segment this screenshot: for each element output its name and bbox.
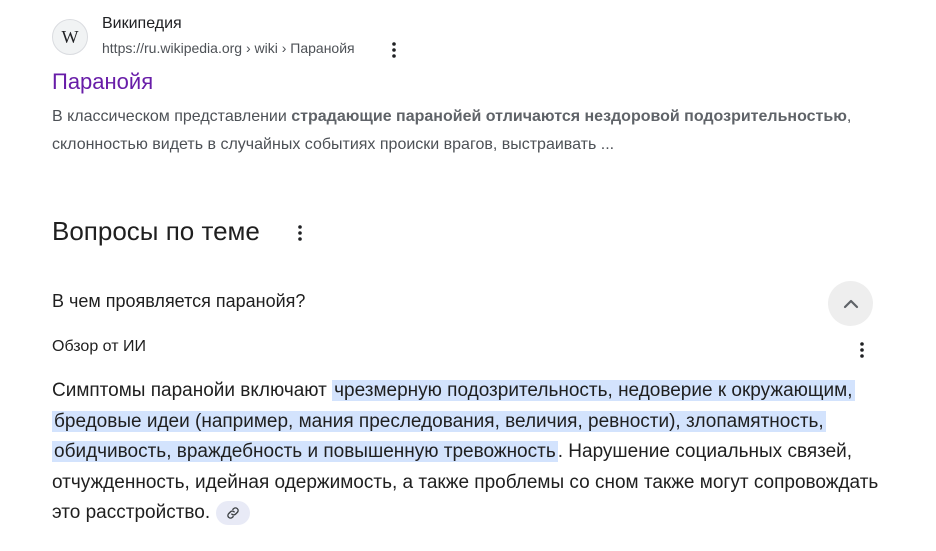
collapse-question-button[interactable] — [828, 281, 873, 326]
chevron-up-icon — [843, 299, 858, 308]
source-link-button[interactable] — [216, 500, 251, 525]
related-questions-title: Вопросы по теме — [52, 216, 260, 246]
result-menu-icon[interactable] — [382, 38, 406, 62]
snippet-bold-text: страдающие паранойей отличаются нездоров… — [291, 108, 847, 125]
favicon-letter: W — [61, 26, 79, 47]
related-questions-menu-icon[interactable] — [288, 221, 312, 245]
ai-answer-text: Симптомы паранойи включают чрезмерную по… — [52, 376, 882, 529]
site-url[interactable]: https://ru.wikipedia.org › wiki › Парано… — [102, 40, 355, 56]
link-icon — [227, 507, 239, 519]
site-name[interactable]: Википедия — [102, 15, 182, 33]
answer-text-pre: Симптомы паранойи включают — [52, 380, 333, 401]
site-favicon: W — [52, 19, 88, 55]
snippet-text-pre: В классическом представлении — [52, 108, 292, 125]
ai-overview-label: Обзор от ИИ — [52, 338, 146, 355]
result-title-link[interactable]: Паранойя — [52, 69, 153, 95]
result-snippet: В классическом представлении страдающие … — [52, 103, 892, 159]
ai-overview-menu-icon[interactable] — [850, 338, 874, 362]
related-question[interactable]: В чем проявляется паранойя? — [52, 291, 305, 312]
